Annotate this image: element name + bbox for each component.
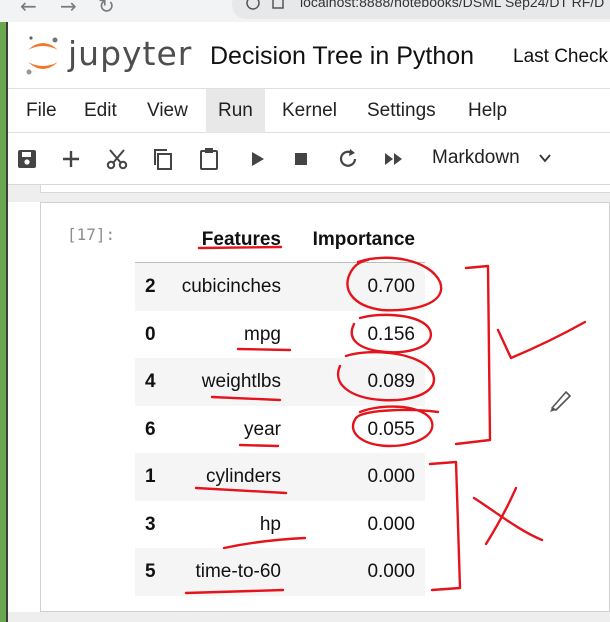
restart-icon[interactable] <box>335 146 361 172</box>
paste-icon[interactable] <box>196 146 222 172</box>
column-header-importance: Importance <box>312 229 415 250</box>
notebook-toolbar: Markdown <box>8 133 610 185</box>
table-header: Features Importance <box>135 219 425 263</box>
cell-type-select[interactable]: Markdown <box>432 147 520 169</box>
row-index: 4 <box>145 371 156 392</box>
fast-forward-icon[interactable] <box>381 146 407 172</box>
menu-view[interactable]: View <box>135 89 200 133</box>
menu-settings[interactable]: Settings <box>355 89 448 133</box>
menu-help[interactable]: Help <box>456 89 519 133</box>
back-icon[interactable]: ← <box>20 0 37 18</box>
row-index: 1 <box>145 466 156 487</box>
table-row: 0 mpg 0.156 <box>135 311 425 359</box>
notebook-background-bottom <box>8 612 610 622</box>
importance-value: 0.156 <box>367 323 415 345</box>
table-row: 5 time-to-60 0.000 <box>135 548 425 596</box>
importance-value: 0.700 <box>367 276 415 297</box>
feature-name: time-to-60 <box>195 561 281 582</box>
importance-value: 0.000 <box>367 561 415 582</box>
copy-icon[interactable] <box>150 146 176 172</box>
jupyter-wordmark[interactable]: jupyter <box>68 34 192 73</box>
run-icon[interactable] <box>244 146 270 172</box>
importance-value: 0.055 <box>367 418 415 440</box>
importance-value: 0.000 <box>367 466 415 487</box>
reload-icon[interactable]: ↻ <box>98 0 115 18</box>
info-icon[interactable] <box>246 0 260 10</box>
menu-kernel[interactable]: Kernel <box>270 89 349 133</box>
browser-toolbar: ← → ↻ localhost:8888/notebooks/DSML Sep2… <box>0 0 610 22</box>
table-row: 1 cylinders 0.000 <box>135 453 425 501</box>
page-icon <box>272 0 284 9</box>
forward-icon[interactable]: → <box>60 0 77 18</box>
table-row: 4 weightlbs 0.089 <box>135 358 425 406</box>
importance-table: Features Importance 2 cubicinches 0.700 … <box>135 219 425 596</box>
row-index: 6 <box>145 418 156 440</box>
feature-name: year <box>244 418 281 440</box>
feature-name: mpg <box>244 323 281 345</box>
importance-value: 0.000 <box>367 513 415 535</box>
row-index: 5 <box>145 561 156 582</box>
feature-name: cylinders <box>206 466 281 487</box>
jupyter-header: jupyter Decision Tree in Python Last Che… <box>8 22 610 88</box>
save-icon[interactable] <box>14 146 40 172</box>
output-cell[interactable]: [17]: Features Importance 2 cubicinches … <box>40 202 610 612</box>
url-text[interactable]: localhost:8888/notebooks/DSML Sep24/DT R… <box>300 0 604 10</box>
jupyter-logo-icon[interactable] <box>24 34 62 78</box>
menu-edit[interactable]: Edit <box>72 89 129 133</box>
chevron-down-icon[interactable] <box>538 151 552 165</box>
table-row: 3 hp 0.000 <box>135 501 425 549</box>
row-index: 2 <box>145 276 156 297</box>
feature-name: cubicinches <box>181 276 281 297</box>
add-icon[interactable] <box>58 146 84 172</box>
menu-file[interactable]: File <box>14 89 69 133</box>
table-row: 6 year 0.055 <box>135 406 425 454</box>
importance-value: 0.089 <box>367 371 415 392</box>
menu-bar: File Edit View Run Kernel Settings Help <box>8 88 610 133</box>
notebook-title[interactable]: Decision Tree in Python <box>210 42 474 71</box>
cut-icon[interactable] <box>104 146 130 172</box>
table-row: 2 cubicinches 0.700 <box>135 263 425 311</box>
stop-icon[interactable] <box>288 146 314 172</box>
checkpoint-status: Last Check <box>513 46 609 67</box>
menu-run[interactable]: Run <box>206 89 265 133</box>
row-index: 3 <box>145 513 156 535</box>
column-header-features: Features <box>201 229 281 250</box>
previous-cell[interactable] <box>40 185 610 193</box>
row-index: 0 <box>145 323 156 345</box>
execution-prompt: [17]: <box>67 225 116 244</box>
feature-name: hp <box>259 513 281 535</box>
feature-name: weightlbs <box>201 371 281 392</box>
screen: ← → ↻ localhost:8888/notebooks/DSML Sep2… <box>0 0 610 622</box>
